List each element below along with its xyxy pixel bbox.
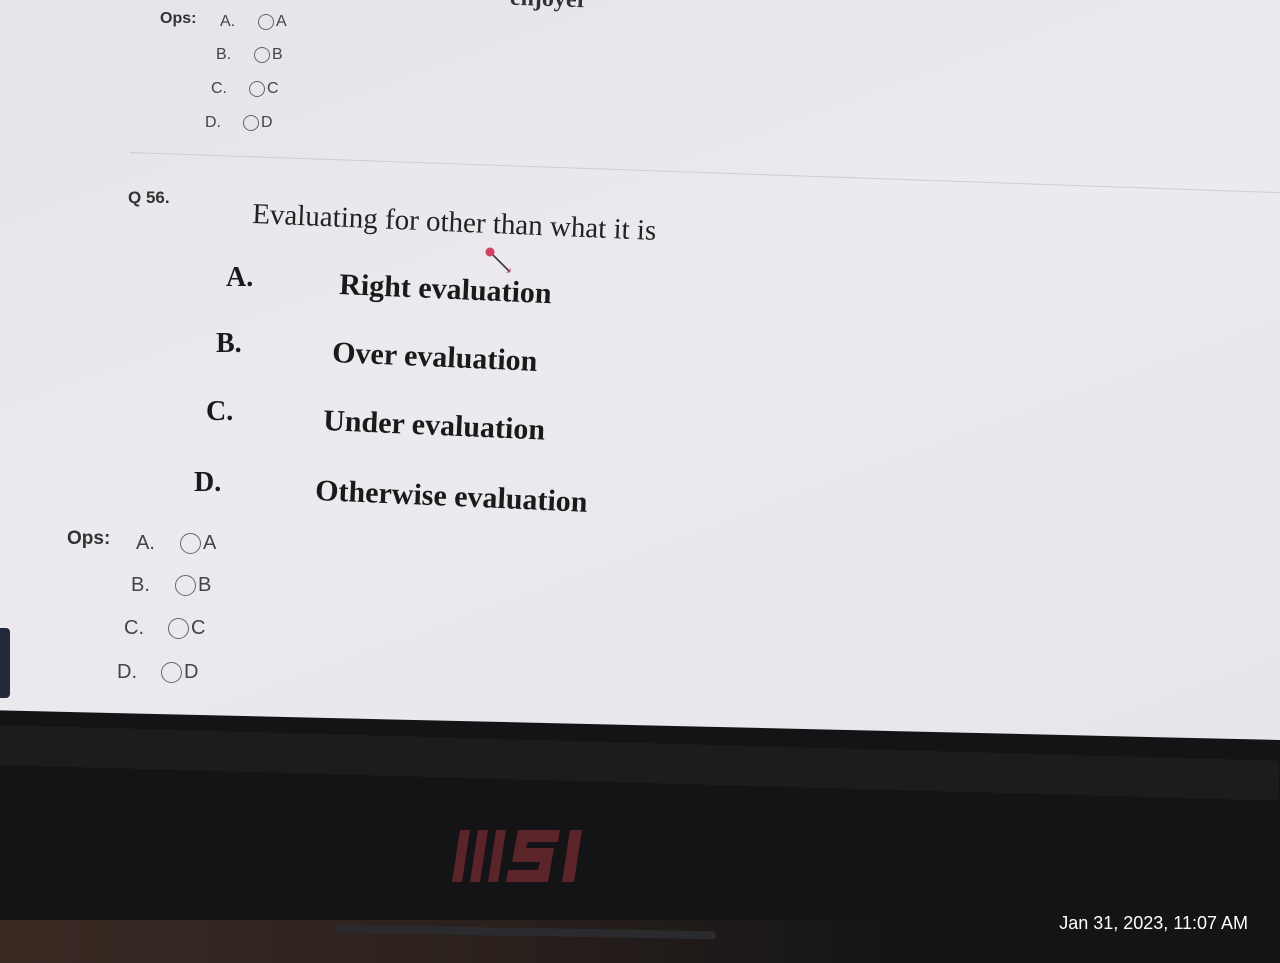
option-choice-label: A (276, 13, 287, 30)
option-choice-label: B (272, 46, 283, 63)
answer-option-b[interactable]: B. B (131, 574, 211, 597)
radio-button[interactable] (180, 533, 201, 554)
option-letter: C. (124, 617, 144, 639)
question-text: Evaluating for other than what it is (251, 198, 657, 247)
option-choice-label: C (267, 80, 279, 97)
option-choice-label: D (261, 114, 273, 131)
option-letter: B. (216, 46, 232, 63)
option-b-text: Over evaluation (331, 336, 539, 378)
option-a-letter: A. (226, 262, 254, 293)
option-c-text: Under evaluation (322, 404, 546, 447)
option-choice-label: A (203, 532, 217, 554)
radio-button[interactable] (243, 115, 259, 131)
option-a-text: Right evaluation (338, 268, 553, 311)
option-d-letter: D. (194, 467, 222, 498)
previous-question-text-fragment: enjoyer (510, 0, 588, 14)
answer-option-d[interactable]: D. D (117, 661, 198, 684)
radio-button[interactable] (249, 81, 265, 97)
msi-logo (452, 830, 582, 882)
ops-label: Ops: (160, 10, 197, 27)
mouse-cursor-icon (485, 247, 511, 273)
option-letter: A. (220, 13, 236, 30)
option-letter: A. (136, 532, 155, 554)
prev-option-c[interactable]: C. C (211, 80, 279, 98)
prev-option-b[interactable]: B. B (216, 46, 283, 64)
option-d-text: Otherwise evaluation (314, 474, 589, 519)
prev-option-d[interactable]: D. D (205, 114, 273, 132)
question-number: Q 56. (128, 188, 170, 207)
prev-option-a[interactable]: A. A (220, 13, 287, 31)
ops-label: Ops: (67, 528, 111, 549)
option-choice-label: D (184, 661, 199, 683)
radio-button[interactable] (168, 618, 189, 639)
option-letter: B. (131, 574, 150, 596)
radio-button[interactable] (175, 575, 196, 596)
option-b-letter: B. (216, 328, 242, 359)
option-choice-label: C (191, 617, 206, 639)
radio-button[interactable] (258, 14, 274, 30)
option-letter: D. (117, 661, 137, 683)
option-letter: D. (205, 114, 221, 131)
radio-button[interactable] (161, 662, 182, 683)
question-divider (129, 152, 1280, 194)
radio-button[interactable] (254, 47, 270, 63)
laptop-screen: enjoyer Ops: A. A B. B C. C D. D Q 56. E… (0, 0, 1280, 740)
option-letter: C. (211, 80, 227, 97)
screen-bezel (0, 725, 1280, 801)
photo-timestamp: Jan 31, 2023, 11:07 AM (1059, 913, 1248, 933)
answer-option-a[interactable]: A. A (136, 532, 216, 555)
option-choice-label: B (198, 574, 212, 596)
side-panel-tab[interactable] (0, 628, 10, 698)
answer-option-c[interactable]: C. C (124, 617, 205, 640)
option-c-letter: C. (206, 396, 234, 427)
